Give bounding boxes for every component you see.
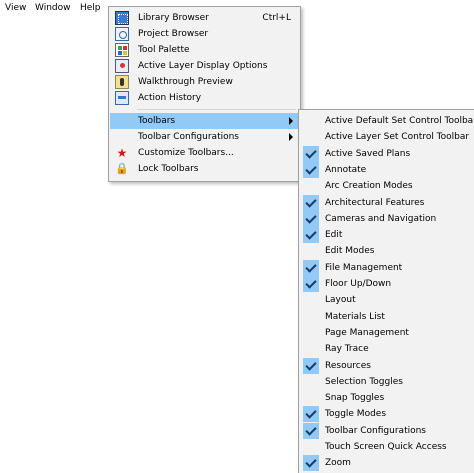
checkmark-icon [303,145,319,162]
menu-separator [137,109,296,110]
checkmark-icon [303,455,319,472]
toolbar-item-arc-creation-modes[interactable]: Arc Creation Modes [300,178,474,194]
submenu-arrow-icon [289,133,293,141]
toolbar-item-label: Touch Screen Quick Access [325,442,447,452]
toolbar-item-label: Snap Toggles [325,393,385,404]
toolbar-item-edit[interactable]: Edit [300,227,474,244]
toolbar-item-label: Ray Trace [325,344,369,355]
checkmark-icon [303,259,319,276]
star-icon: ★ [116,146,128,160]
menu-window[interactable]: Window [35,3,71,13]
checkmark-icon [303,210,319,227]
toolbar-item-label: Cameras and Navigation [325,213,437,224]
toolbar-item-layout[interactable]: Layout [300,292,474,308]
toolbar-item-materials-list[interactable]: Materials List [300,309,474,325]
checkmark-icon [303,194,319,211]
toolbar-item-active-layer-set-control-toolbar[interactable]: Active Layer Set Control Toolbar [300,129,474,145]
toolbar-item-zoom[interactable]: Zoom [300,455,474,472]
menu-item-label: Project Browser [138,29,209,39]
toolbar-item-touch-screen-quick-access[interactable]: Touch Screen Quick Access [300,439,474,455]
menu-view[interactable]: View [5,3,26,13]
toolbar-item-snap-toggles[interactable]: Snap Toggles [300,390,474,406]
toolbar-item-label: Selection Toggles [325,376,403,387]
toolbar-item-selection-toggles[interactable]: Selection Toggles [300,374,474,390]
project-browser-icon [115,27,129,41]
menu-item-customize-toolbars[interactable]: ★ Customize Toolbars... [110,145,299,161]
checkmark-icon [303,227,319,244]
toolbar-item-label: Active Layer Set Control Toolbar [325,132,470,143]
toolbar-item-label: Architectural Features [325,197,425,208]
toolbar-item-toggle-modes[interactable]: Toggle Modes [300,406,474,423]
toolbar-item-label: Materials List [325,311,385,322]
toolbar-item-label: Toggle Modes [325,409,387,420]
toolbar-item-label: Active Default Set Control Toolbar [325,116,474,126]
checkmark-icon [303,422,319,439]
menu-item-toolbars[interactable]: Toolbars [110,113,299,129]
toolbar-item-toolbar-configurations[interactable]: Toolbar Configurations [300,422,474,439]
menu-item-lock-toolbars[interactable]: 🔒 Lock Toolbars [110,161,299,177]
menu-item-action-history[interactable]: Action History [110,90,299,106]
toolbar-item-annotate[interactable]: Annotate [300,161,474,178]
toolbar-item-label: Layout [325,295,356,306]
menu-item-library-browser[interactable]: Library Browser Ctrl+L [110,10,299,26]
toolbar-item-resources[interactable]: Resources [300,357,474,374]
menu-item-toolbar-configurations[interactable]: Toolbar Configurations [110,129,299,145]
toolbar-item-edit-modes[interactable]: Edit Modes [300,243,474,259]
walkthrough-icon [115,75,129,89]
toolbar-item-label: Floor Up/Down [325,279,392,289]
menu-item-tool-palette[interactable]: Tool Palette [110,42,299,58]
toolbar-item-label: Edit [325,230,343,241]
menu-item-label: Walkthrough Preview [138,77,233,87]
toolbar-item-active-default-set-control-toolbar[interactable]: Active Default Set Control Toolbar [300,113,474,129]
menu-item-label: Toolbars [138,116,176,126]
checkmark-icon [303,357,319,374]
menu-item-project-browser[interactable]: Project Browser [110,26,299,42]
submenu-arrow-icon [289,117,293,125]
menu-item-label: Library Browser [138,13,209,23]
menu-item-walkthrough-preview[interactable]: Walkthrough Preview [110,74,299,90]
toolbar-item-label: Active Saved Plans [325,148,411,159]
toolbar-item-floor-up-down[interactable]: Floor Up/Down [300,276,474,292]
checkmark-icon [303,276,319,292]
toolbar-item-label: Annotate [325,164,367,175]
action-history-icon [115,91,129,105]
checkmark-icon [303,161,319,178]
menu-item-label: Customize Toolbars... [138,148,234,158]
toolbar-item-ray-trace[interactable]: Ray Trace [300,341,474,357]
toolbar-item-label: File Management [325,262,403,273]
menu-help[interactable]: Help [80,3,101,13]
menu-item-label: Tool Palette [138,45,190,55]
toolbar-item-label: Page Management [325,327,409,338]
toolbar-item-label: Toolbar Configurations [325,425,426,436]
menu-item-label: Action History [138,93,202,103]
checkmark-icon [303,406,319,423]
toolbar-item-architectural-features[interactable]: Architectural Features [300,194,474,211]
shortcut-label: Ctrl+L [262,13,291,23]
toolbar-item-cameras-and-navigation[interactable]: Cameras and Navigation [300,210,474,227]
menu-item-label: Toolbar Configurations [138,132,239,142]
menu-item-label: Active Layer Display Options [138,61,268,71]
toolbar-item-label: Zoom [325,458,351,469]
menu-item-active-layer-display-options[interactable]: Active Layer Display Options [110,58,299,74]
tool-palette-icon [115,43,129,57]
toolbar-item-label: Arc Creation Modes [325,181,413,192]
toolbar-item-file-management[interactable]: File Management [300,259,474,276]
library-browser-icon [115,11,129,25]
lock-icon: 🔒 [115,162,129,175]
toolbar-item-page-management[interactable]: Page Management [300,325,474,341]
toolbar-item-label: Edit Modes [325,246,375,257]
toolbar-item-label: Resources [325,360,371,371]
window-menu: Library Browser Ctrl+L Project Browser T… [108,6,301,182]
menu-item-label: Lock Toolbars [138,164,199,174]
toolbars-submenu: Active Default Set Control Toolbar Active… [298,109,474,473]
toolbar-item-active-saved-plans[interactable]: Active Saved Plans [300,145,474,162]
layer-display-icon [115,59,129,73]
